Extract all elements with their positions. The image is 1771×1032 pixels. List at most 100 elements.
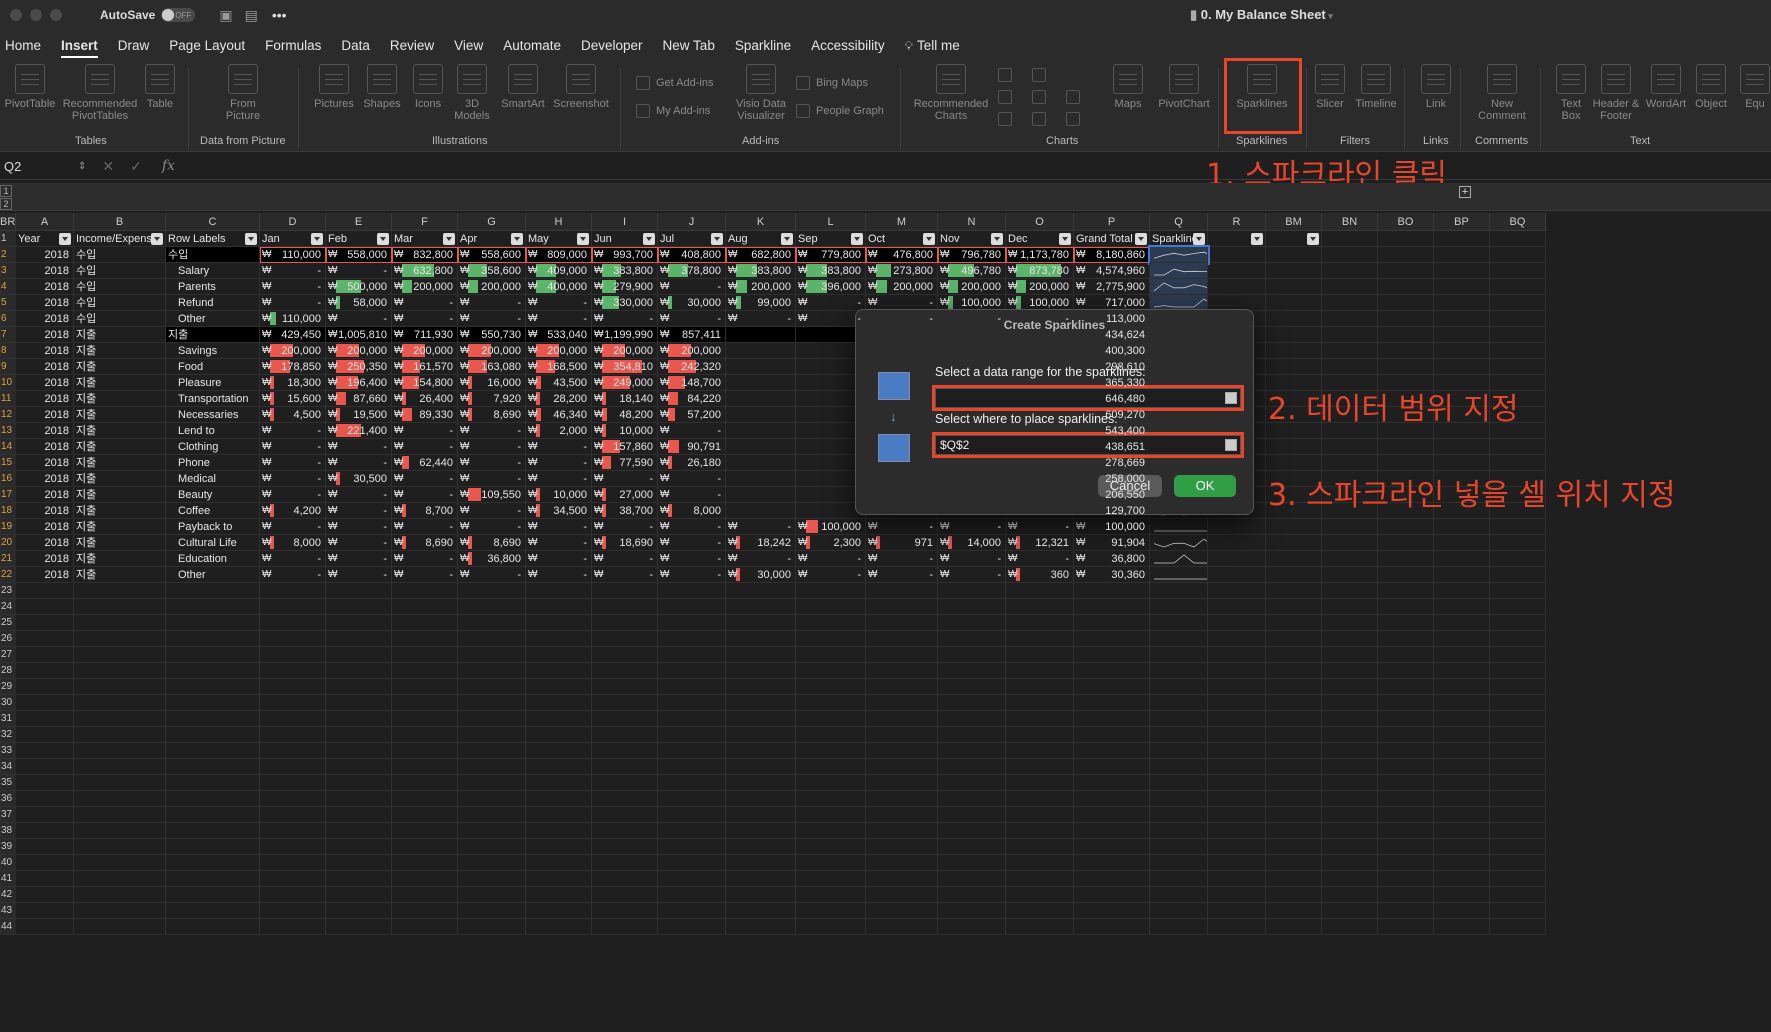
empty-cell[interactable] xyxy=(260,791,326,807)
amount-cell[interactable]: ₩58,000 xyxy=(326,295,392,311)
3d-models-button[interactable]: 3D Models xyxy=(452,64,492,122)
outline-level-1[interactable]: 1 xyxy=(0,185,12,197)
empty-cell[interactable] xyxy=(392,711,458,727)
empty-cell[interactable] xyxy=(1490,743,1546,759)
empty-cell[interactable] xyxy=(392,615,458,631)
empty-cell[interactable] xyxy=(16,727,74,743)
empty-cell[interactable] xyxy=(938,599,1006,615)
amount-cell[interactable]: ₩168,500 xyxy=(526,359,592,375)
empty-cell[interactable] xyxy=(938,647,1006,663)
amount-cell[interactable]: ₩99,000 xyxy=(726,295,796,311)
amount-cell[interactable] xyxy=(726,407,796,423)
amount-cell[interactable]: ₩30,360 xyxy=(1074,567,1150,583)
category-cell[interactable]: 수입 xyxy=(74,295,166,311)
row-header[interactable]: 13 xyxy=(0,423,16,439)
row-header[interactable]: 42 xyxy=(0,887,16,903)
amount-cell[interactable]: ₩196,400 xyxy=(326,375,392,391)
save-icon[interactable]: ▣ xyxy=(219,7,232,24)
amount-cell[interactable]: ₩- xyxy=(526,471,592,487)
empty-cell[interactable] xyxy=(726,711,796,727)
filter-dropdown-icon[interactable] xyxy=(1135,233,1147,245)
empty-cell[interactable] xyxy=(1322,903,1378,919)
amount-cell[interactable]: ₩- xyxy=(458,311,526,327)
empty-cell[interactable] xyxy=(0,391,1,407)
empty-cell[interactable] xyxy=(1006,599,1074,615)
year-cell[interactable]: 2018 xyxy=(16,375,74,391)
empty-cell[interactable] xyxy=(326,695,392,711)
empty-cell[interactable] xyxy=(16,775,74,791)
empty-cell[interactable] xyxy=(1490,631,1546,647)
pie-chart-button[interactable] xyxy=(998,112,1080,126)
empty-cell[interactable] xyxy=(1266,695,1322,711)
empty-cell[interactable] xyxy=(1266,855,1322,871)
empty-cell[interactable] xyxy=(658,583,726,599)
column-header-j[interactable]: J xyxy=(658,213,726,231)
row-header[interactable]: 25 xyxy=(0,615,16,631)
empty-cell[interactable] xyxy=(1266,727,1322,743)
amount-cell[interactable]: ₩8,180,860 xyxy=(1074,247,1150,263)
filter-dropdown-icon[interactable] xyxy=(511,233,523,245)
outline-level-2[interactable]: 2 xyxy=(0,198,12,210)
amount-cell[interactable]: ₩- xyxy=(526,439,592,455)
empty-cell[interactable] xyxy=(592,743,658,759)
empty-cell[interactable] xyxy=(1208,839,1266,855)
empty-cell[interactable] xyxy=(0,535,1,551)
amount-cell[interactable]: ₩- xyxy=(726,519,796,535)
empty-cell[interactable] xyxy=(260,823,326,839)
empty-cell[interactable] xyxy=(1490,279,1546,295)
empty-cell[interactable] xyxy=(1208,711,1266,727)
empty-cell[interactable] xyxy=(866,871,938,887)
amount-cell[interactable]: ₩- xyxy=(260,519,326,535)
empty-cell[interactable] xyxy=(938,887,1006,903)
empty-cell[interactable] xyxy=(326,759,392,775)
amount-cell[interactable]: ₩8,000 xyxy=(658,503,726,519)
empty-cell[interactable] xyxy=(1490,695,1546,711)
empty-cell[interactable] xyxy=(1006,839,1074,855)
empty-cell[interactable] xyxy=(458,919,526,935)
empty-cell[interactable] xyxy=(1378,311,1434,327)
empty-cell[interactable] xyxy=(1378,327,1434,343)
amount-cell[interactable]: ₩476,800 xyxy=(866,247,938,263)
amount-cell[interactable]: ₩- xyxy=(526,519,592,535)
amount-cell[interactable]: ₩148,700 xyxy=(658,375,726,391)
column-header-bo[interactable]: BO xyxy=(1378,213,1434,231)
empty-cell[interactable] xyxy=(1434,871,1490,887)
header-footer-button[interactable]: Header & Footer xyxy=(1590,64,1642,122)
empty-cell[interactable] xyxy=(796,679,866,695)
shapes-button[interactable]: Shapes xyxy=(362,64,402,110)
empty-cell[interactable] xyxy=(938,711,1006,727)
empty-cell[interactable] xyxy=(1490,919,1546,935)
empty-cell[interactable] xyxy=(1434,231,1490,247)
tab-automate[interactable]: Automate xyxy=(503,30,561,62)
empty-cell[interactable] xyxy=(1266,263,1322,279)
row-label-cell[interactable]: Parents xyxy=(166,279,260,295)
empty-cell[interactable] xyxy=(458,887,526,903)
row-header[interactable]: 7 xyxy=(0,327,16,343)
row-label-cell[interactable]: Medical xyxy=(166,471,260,487)
amount-cell[interactable] xyxy=(726,343,796,359)
amount-cell[interactable] xyxy=(726,391,796,407)
empty-cell[interactable] xyxy=(1322,663,1378,679)
empty-cell[interactable] xyxy=(0,839,1,855)
row-header[interactable]: 5 xyxy=(0,295,16,311)
empty-cell[interactable] xyxy=(1434,327,1490,343)
empty-cell[interactable] xyxy=(1074,647,1150,663)
empty-cell[interactable] xyxy=(658,727,726,743)
amount-cell[interactable] xyxy=(726,423,796,439)
empty-cell[interactable] xyxy=(260,759,326,775)
amount-cell[interactable]: ₩- xyxy=(260,487,326,503)
empty-cell[interactable] xyxy=(1378,231,1434,247)
empty-cell[interactable] xyxy=(658,711,726,727)
empty-cell[interactable] xyxy=(726,775,796,791)
column-header-bp[interactable]: BP xyxy=(1434,213,1490,231)
empty-cell[interactable] xyxy=(1266,775,1322,791)
row-header[interactable]: 23 xyxy=(0,583,16,599)
amount-cell[interactable]: ₩100,000 xyxy=(1074,519,1150,535)
empty-cell[interactable] xyxy=(1378,263,1434,279)
empty-cell[interactable] xyxy=(1006,791,1074,807)
row-label-cell[interactable]: Payback to xyxy=(166,519,260,535)
empty-cell[interactable] xyxy=(0,487,1,503)
empty-cell[interactable] xyxy=(1490,263,1546,279)
empty-cell[interactable] xyxy=(866,647,938,663)
filter-dropdown-icon[interactable] xyxy=(311,233,323,245)
